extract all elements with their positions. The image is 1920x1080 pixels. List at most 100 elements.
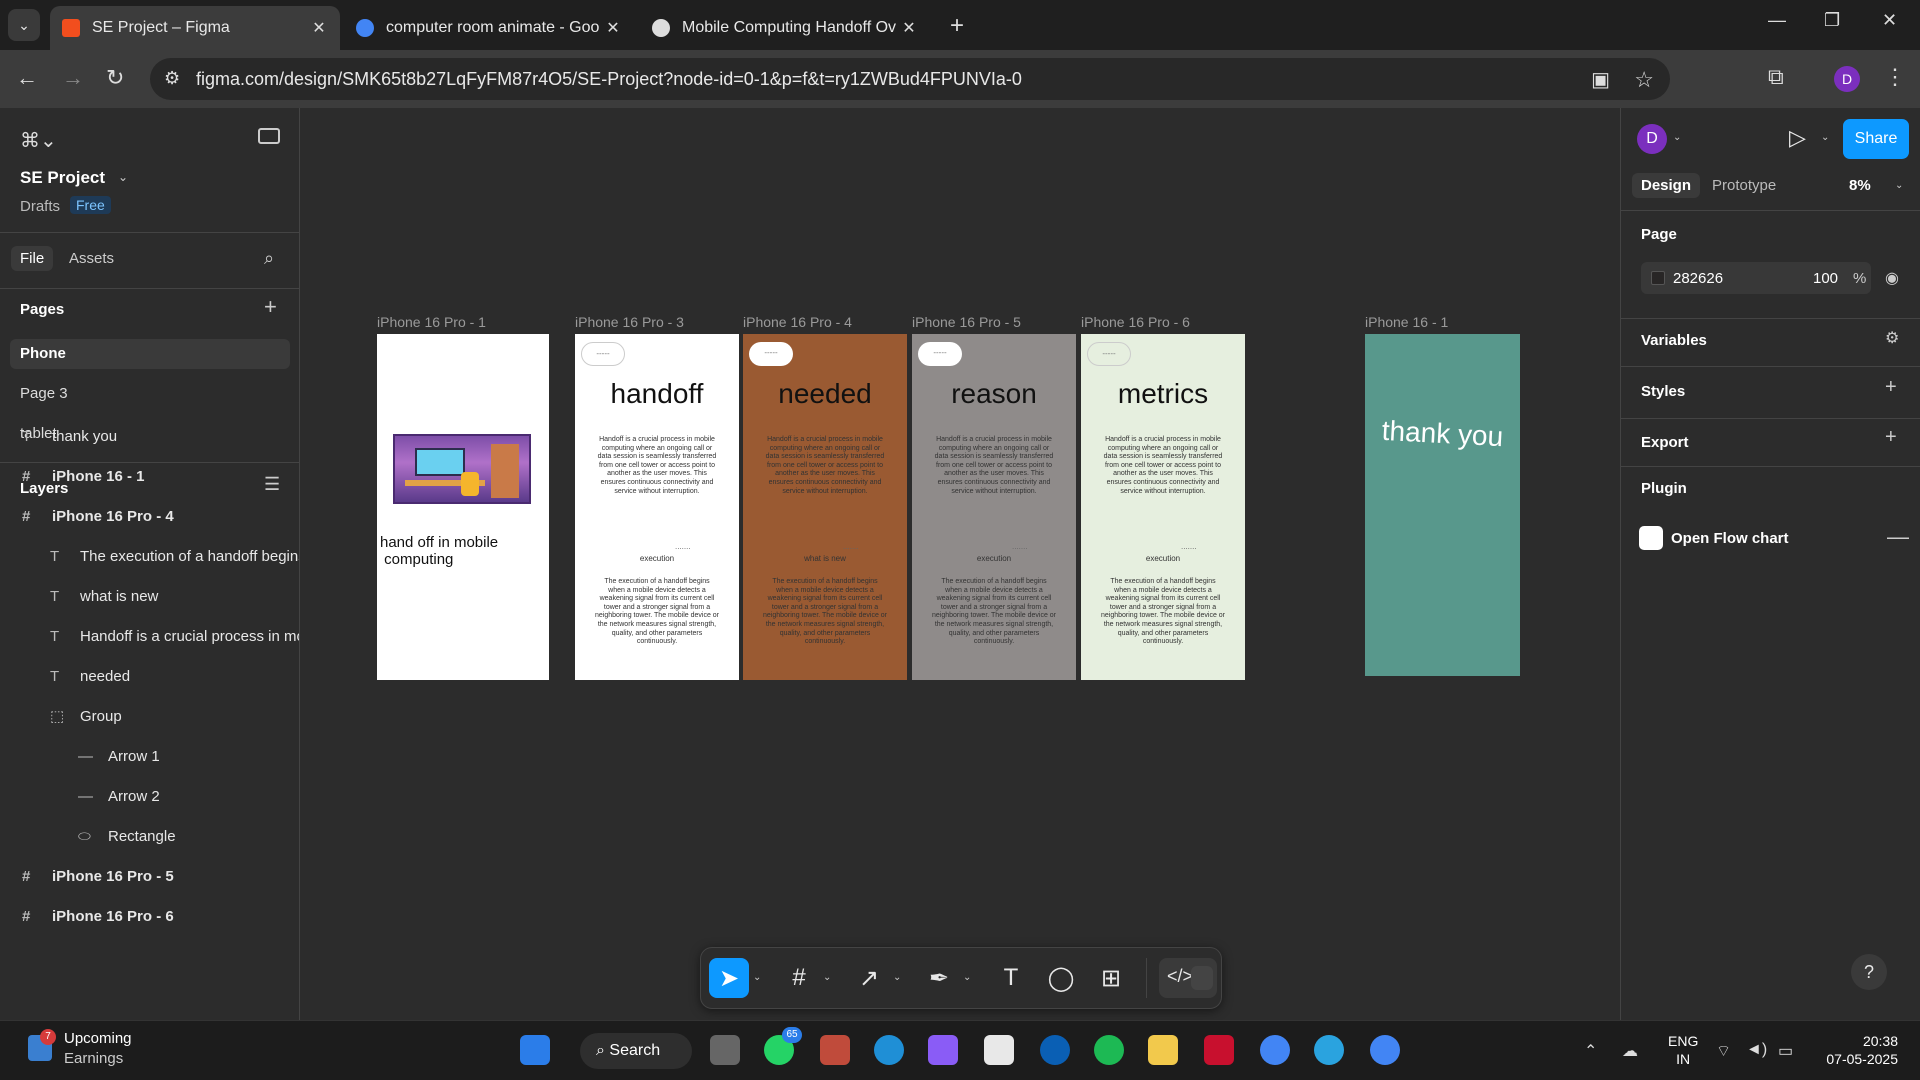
layer-row[interactable]: # iPhone 16 Pro - 6 [22,896,174,936]
pill-shape[interactable]: ----- [581,342,625,366]
panel-toggle-icon[interactable] [258,128,280,144]
onedrive-icon[interactable]: ☁ [1622,1041,1638,1061]
actions-tool-icon[interactable]: ⊞ [1091,958,1131,998]
layer-row[interactable]: T The execution of a handoff begins [50,536,299,576]
text-tool-icon[interactable]: T [991,958,1031,998]
back-icon[interactable]: ← [16,65,38,91]
close-tab-icon[interactable]: ✕ [604,18,622,38]
chevron-down-icon[interactable]: ⌄ [823,972,831,983]
layer-row[interactable]: # iPhone 16 Pro - 4 [22,496,174,536]
move-tool-icon[interactable]: ➤ [709,958,749,998]
mcafee-icon[interactable] [1204,1035,1234,1065]
frame-label[interactable]: iPhone 16 Pro - 4 [743,314,852,330]
add-style-icon[interactable]: + [1885,376,1897,399]
body-text[interactable]: The execution of a handoff begins when a… [763,578,887,647]
pill-shape[interactable]: ----- [918,342,962,366]
layer-row[interactable]: — Arrow 2 [78,776,160,816]
help-button[interactable]: ? [1851,954,1887,990]
phone-frame[interactable]: thank you [1365,334,1520,676]
remove-plugin-icon[interactable]: — [1887,524,1909,550]
chrome-profile-icon[interactable] [1370,1035,1400,1065]
tab-design[interactable]: Design [1632,173,1701,198]
page-color-field[interactable]: 282626 100 % [1641,262,1871,294]
profile-avatar[interactable]: D [1834,66,1860,92]
canvas[interactable]: iPhone 16 Pro - 1 hand off in mobile comp… [300,108,1620,1020]
file-explorer-icon[interactable] [1148,1035,1178,1065]
browser-menu-icon[interactable]: ⋮ [1884,64,1906,90]
frame-label[interactable]: iPhone 16 Pro - 3 [575,314,684,330]
comment-tool-icon[interactable]: ◯ [1041,958,1081,998]
frame-label[interactable]: iPhone 16 Pro - 5 [912,314,1021,330]
section-label[interactable]: execution [575,554,739,563]
copilot-icon[interactable] [928,1035,958,1065]
extensions-icon[interactable]: ⧉ [1768,64,1784,90]
dev-mode-toggle[interactable]: </> [1159,958,1217,998]
layer-row[interactable]: ⬚ Group [50,696,122,736]
battery-icon[interactable]: ▭ [1778,1041,1793,1061]
layer-row[interactable]: T Handoff is a crucial process in mo [50,616,299,656]
computer-room-illustration[interactable] [393,434,531,504]
variables-settings-icon[interactable]: ⚙ [1885,328,1899,348]
intro-text[interactable]: hand off in mobile computing [380,534,498,568]
layer-row[interactable]: # iPhone 16 Pro - 5 [22,856,174,896]
frame-label[interactable]: iPhone 16 Pro - 6 [1081,314,1190,330]
arrow-tool-icon[interactable]: ↗ [849,958,889,998]
chevron-down-icon[interactable]: ⌄ [1821,132,1829,143]
eye-icon[interactable]: ◉ [1885,268,1899,288]
page-item-page-3[interactable]: Page 3 [10,379,290,409]
new-tab-icon[interactable]: + [950,12,964,40]
body-text[interactable]: Handoff is a crucial process in mobile c… [595,436,719,496]
section-label[interactable]: what is new [743,554,907,563]
close-tab-icon[interactable]: ✕ [310,18,328,38]
chevron-down-icon[interactable]: ⌄ [1673,132,1681,143]
tab-search-button[interactable]: ⌄ [8,9,40,41]
body-text[interactable]: Handoff is a crucial process in mobile c… [1101,436,1225,496]
site-info-icon[interactable]: ⚙ [164,68,180,89]
frame-title[interactable]: reason [912,378,1076,410]
frame-label[interactable]: iPhone 16 Pro - 1 [377,314,486,330]
variables-title[interactable]: Variables [1641,332,1707,349]
plugin-name[interactable]: Open Flow chart [1671,530,1789,547]
present-play-icon[interactable]: ▷ [1789,125,1806,151]
clock[interactable]: 20:38 07-05-2025 [1820,1032,1898,1068]
taskbar-search[interactable]: ⌕ Search [580,1033,692,1069]
tab-prototype[interactable]: Prototype [1703,173,1785,198]
dell-icon[interactable] [1040,1035,1070,1065]
chevron-down-icon[interactable]: ⌄ [1895,180,1903,191]
pen-tool-icon[interactable]: ✒ [919,958,959,998]
widget-title[interactable]: Upcoming [64,1030,132,1047]
figma-menu-icon[interactable]: ⌘⌄ [20,128,57,153]
layer-row[interactable]: # iPhone 16 - 1 [22,456,145,496]
phone-frame[interactable]: ----- handoff Handoff is a crucial process… [575,334,739,680]
minimize-icon[interactable]: — [1768,10,1786,31]
export-title[interactable]: Export [1641,434,1689,451]
language-indicator[interactable]: ENG IN [1668,1032,1698,1068]
tab-file[interactable]: File [11,246,54,271]
tab-assets[interactable]: Assets [60,246,123,271]
reload-icon[interactable]: ↻ [106,65,124,91]
add-export-icon[interactable]: + [1885,426,1897,449]
styles-title[interactable]: Styles [1641,383,1685,400]
chevron-down-icon[interactable]: ⌄ [963,972,971,983]
spotify-icon[interactable] [1094,1035,1124,1065]
chevron-down-icon[interactable]: ⌄ [118,170,128,184]
telegram-icon[interactable] [1314,1035,1344,1065]
body-text[interactable]: Handoff is a crucial process in mobile c… [763,436,887,496]
clipboard-icon[interactable]: ▣ [1591,67,1610,92]
section-label[interactable]: execution [912,554,1076,563]
phone-frame[interactable]: ----- needed Handoff is a crucial process … [743,334,907,680]
body-text[interactable]: The execution of a handoff begins when a… [1101,578,1225,647]
close-tab-icon[interactable]: ✕ [900,18,918,38]
tab-figma[interactable]: SE Project – Figma ✕ [50,6,340,50]
page-item-phone[interactable]: Phone [10,339,290,369]
frame-title[interactable]: metrics [1081,378,1245,410]
windows-start-icon[interactable] [520,1035,550,1065]
body-text[interactable]: The execution of a handoff begins when a… [932,578,1056,647]
pill-shape[interactable]: ----- [1087,342,1131,366]
forward-icon[interactable]: → [62,65,84,91]
task-view-icon[interactable] [710,1035,740,1065]
layer-row[interactable]: Tneeded [50,656,130,696]
body-text[interactable]: The execution of a handoff begins when a… [595,578,719,647]
tray-overflow-icon[interactable]: ⌃ [1584,1041,1597,1061]
frame-label[interactable]: iPhone 16 - 1 [1365,314,1448,330]
